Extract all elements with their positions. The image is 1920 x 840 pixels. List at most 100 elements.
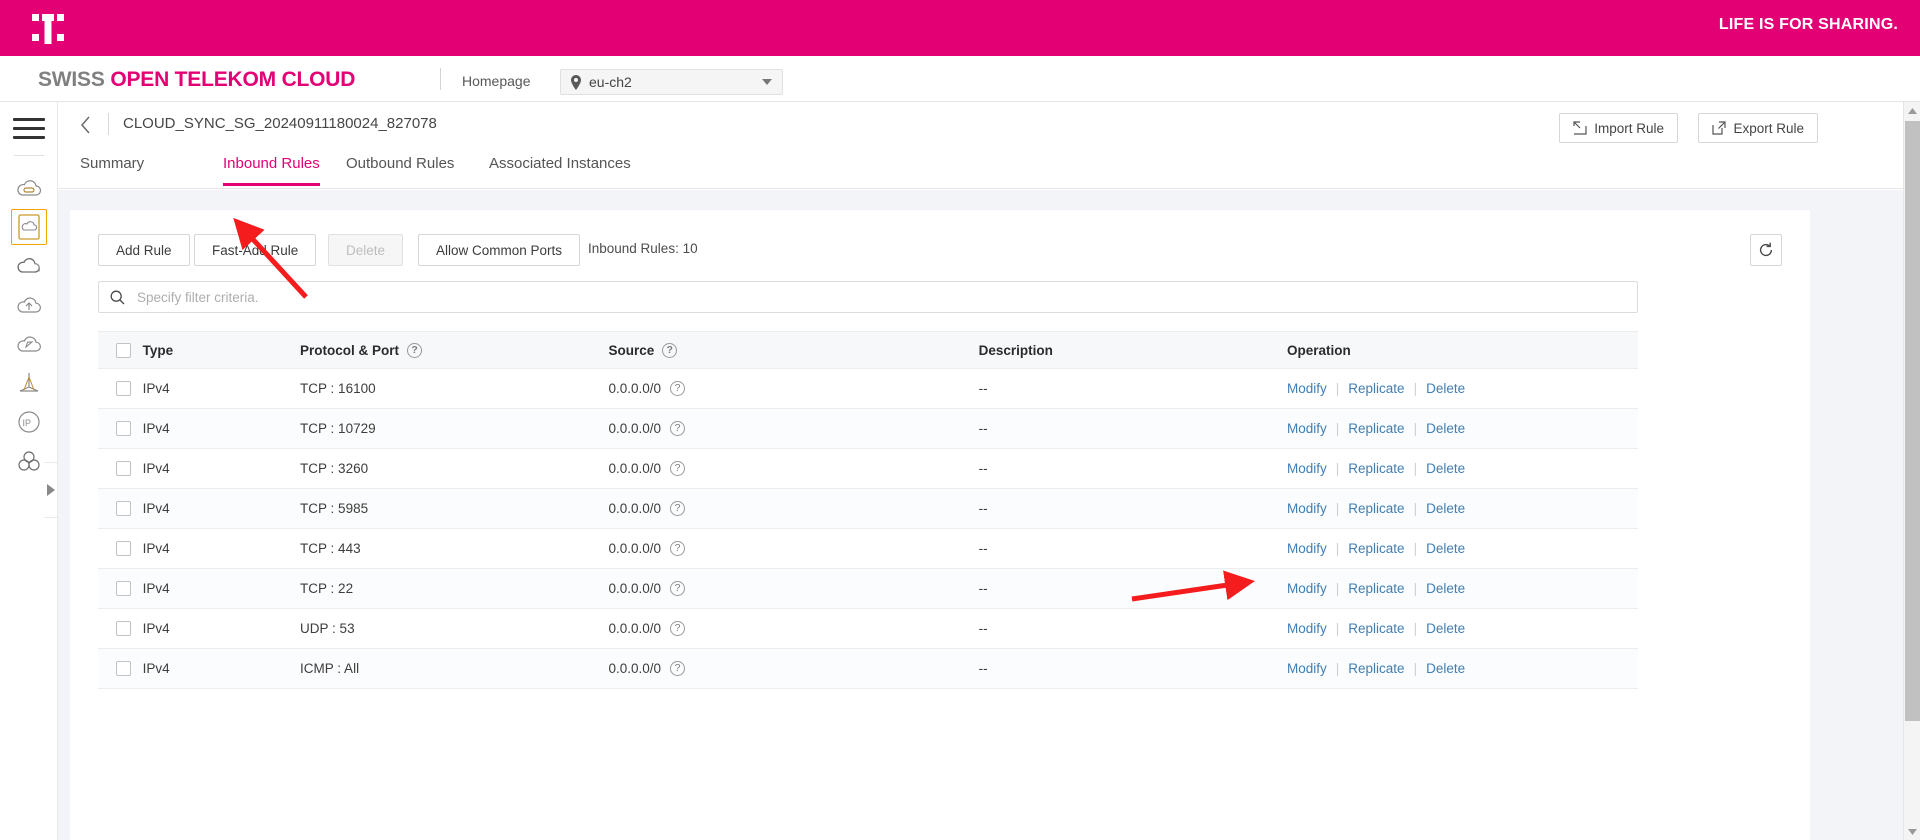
sidebar-icon-security-group[interactable]	[11, 443, 47, 479]
export-rule-button[interactable]: Export Rule	[1698, 113, 1818, 143]
cell-source: 0.0.0.0/0?	[608, 528, 979, 569]
cell-description: --	[978, 648, 1287, 689]
op-divider: |	[1335, 661, 1340, 676]
source-help-icon[interactable]: ?	[670, 661, 686, 676]
delete-link[interactable]: Delete	[1426, 661, 1465, 676]
modify-link[interactable]: Modify	[1287, 541, 1327, 556]
table-row[interactable]: IPv4 TCP : 22 0.0.0.0/0? -- Modify | Replicate…	[98, 568, 1638, 609]
modify-link[interactable]: Modify	[1287, 421, 1327, 436]
row-checkbox[interactable]	[116, 541, 131, 557]
sidebar-icon-cloud-rocket[interactable]	[11, 326, 47, 362]
modify-link[interactable]: Modify	[1287, 661, 1327, 676]
hamburger-menu-icon[interactable]	[13, 118, 45, 142]
protocol-port-help-icon[interactable]: ?	[407, 342, 423, 358]
tab-outbound-rules[interactable]: Outbound Rules	[346, 155, 454, 183]
source-help-icon[interactable]: ?	[670, 381, 686, 396]
expand-panel-handle[interactable]	[44, 462, 58, 518]
cell-protocol-port: TCP : 3260	[300, 448, 609, 489]
network-topology-icon	[19, 373, 39, 392]
modify-link[interactable]: Modify	[1287, 461, 1327, 476]
replicate-link[interactable]: Replicate	[1348, 621, 1404, 636]
row-select-cell	[98, 368, 143, 409]
replicate-link[interactable]: Replicate	[1348, 581, 1404, 596]
add-rule-button[interactable]: Add Rule	[98, 234, 190, 266]
row-checkbox[interactable]	[116, 461, 131, 477]
import-rule-label: Import Rule	[1594, 120, 1664, 136]
table-row[interactable]: IPv4 ICMP : All 0.0.0.0/0? -- Modify | Replica…	[98, 648, 1638, 689]
cell-type: IPv4	[142, 528, 301, 569]
filter-bar[interactable]	[98, 281, 1638, 313]
search-input[interactable]	[135, 288, 1637, 306]
region-selector[interactable]: eu-ch2	[560, 69, 783, 95]
sidebar-icon-cloud[interactable]	[11, 248, 47, 284]
modify-link[interactable]: Modify	[1287, 621, 1327, 636]
source-help-icon[interactable]: ?	[670, 621, 686, 636]
telekom-brand-bar: LIFE IS FOR SHARING.	[0, 0, 1920, 56]
svg-text:IP: IP	[23, 418, 32, 428]
tab-associated-instances[interactable]: Associated Instances	[489, 155, 631, 183]
row-checkbox[interactable]	[116, 661, 131, 677]
replicate-link[interactable]: Replicate	[1348, 541, 1404, 556]
row-select-cell	[98, 528, 143, 569]
export-icon	[1712, 121, 1727, 135]
source-help-icon[interactable]: ?	[670, 501, 686, 516]
sidebar-icon-elastic-cloud-server[interactable]	[11, 170, 47, 206]
column-description-label: Description	[978, 342, 1053, 358]
replicate-link[interactable]: Replicate	[1348, 421, 1404, 436]
delete-link[interactable]: Delete	[1426, 461, 1465, 476]
sidebar-icon-cloud-upload[interactable]	[11, 287, 47, 323]
delete-link[interactable]: Delete	[1426, 581, 1465, 596]
modify-link[interactable]: Modify	[1287, 381, 1327, 396]
column-protocol-port-label: Protocol & Port	[300, 342, 400, 358]
row-checkbox[interactable]	[116, 421, 131, 437]
delete-link[interactable]: Delete	[1426, 381, 1465, 396]
homepage-link[interactable]: Homepage	[462, 73, 531, 89]
import-rule-button[interactable]: Import Rule	[1559, 113, 1678, 143]
product-logo-swiss: SWISS	[38, 68, 105, 91]
replicate-link[interactable]: Replicate	[1348, 661, 1404, 676]
delete-link[interactable]: Delete	[1426, 621, 1465, 636]
source-help-icon[interactable]: ?	[662, 342, 678, 358]
table-row[interactable]: IPv4 UDP : 53 0.0.0.0/0? -- Modify | Replicate…	[98, 608, 1638, 649]
page-scrollbar[interactable]	[1903, 102, 1920, 840]
replicate-link[interactable]: Replicate	[1348, 381, 1404, 396]
table-row[interactable]: IPv4 TCP : 10729 0.0.0.0/0? -- Modify | Replic…	[98, 408, 1638, 449]
delete-link[interactable]: Delete	[1426, 421, 1465, 436]
allow-common-ports-button[interactable]: Allow Common Ports	[418, 234, 581, 266]
scroll-down-button[interactable]	[1904, 823, 1920, 840]
delete-link[interactable]: Delete	[1426, 541, 1465, 556]
row-checkbox[interactable]	[116, 621, 131, 637]
back-button[interactable]	[74, 114, 96, 136]
source-help-icon[interactable]: ?	[670, 541, 686, 556]
scroll-up-button[interactable]	[1904, 102, 1920, 119]
replicate-link[interactable]: Replicate	[1348, 501, 1404, 516]
source-help-icon[interactable]: ?	[670, 421, 686, 436]
sidebar-icon-vpc[interactable]	[11, 365, 47, 401]
source-help-icon[interactable]: ?	[670, 581, 686, 596]
refresh-button[interactable]	[1750, 234, 1782, 266]
row-select-cell	[98, 448, 143, 489]
column-operation-label: Operation	[1287, 342, 1351, 358]
modify-link[interactable]: Modify	[1287, 581, 1327, 596]
sidebar-icon-image-management[interactable]	[11, 209, 47, 245]
scrollbar-thumb[interactable]	[1905, 121, 1920, 721]
product-logo: SWISS OPEN TELEKOM CLOUD	[38, 68, 355, 92]
replicate-link[interactable]: Replicate	[1348, 461, 1404, 476]
row-checkbox[interactable]	[116, 581, 131, 597]
row-select-cell	[98, 408, 143, 449]
tab-summary[interactable]: Summary	[80, 155, 144, 183]
delete-link[interactable]: Delete	[1426, 501, 1465, 516]
row-checkbox[interactable]	[116, 501, 131, 517]
table-row[interactable]: IPv4 TCP : 16100 0.0.0.0/0? -- Modify | Replic…	[98, 368, 1638, 409]
table-row[interactable]: IPv4 TCP : 443 0.0.0.0/0? -- Modify | Replicat…	[98, 528, 1638, 569]
modify-link[interactable]: Modify	[1287, 501, 1327, 516]
op-divider: |	[1335, 621, 1340, 636]
row-checkbox[interactable]	[116, 381, 131, 397]
fast-add-rule-button[interactable]: Fast-Add Rule	[194, 234, 317, 266]
sidebar-icon-elastic-ip[interactable]: IP	[11, 404, 47, 440]
table-row[interactable]: IPv4 TCP : 5985 0.0.0.0/0? -- Modify | Replica…	[98, 488, 1638, 529]
source-help-icon[interactable]: ?	[670, 461, 686, 476]
select-all-checkbox[interactable]	[116, 342, 131, 358]
table-row[interactable]: IPv4 TCP : 3260 0.0.0.0/0? -- Modify | Replica…	[98, 448, 1638, 489]
tab-inbound-rules[interactable]: Inbound Rules	[223, 155, 320, 186]
